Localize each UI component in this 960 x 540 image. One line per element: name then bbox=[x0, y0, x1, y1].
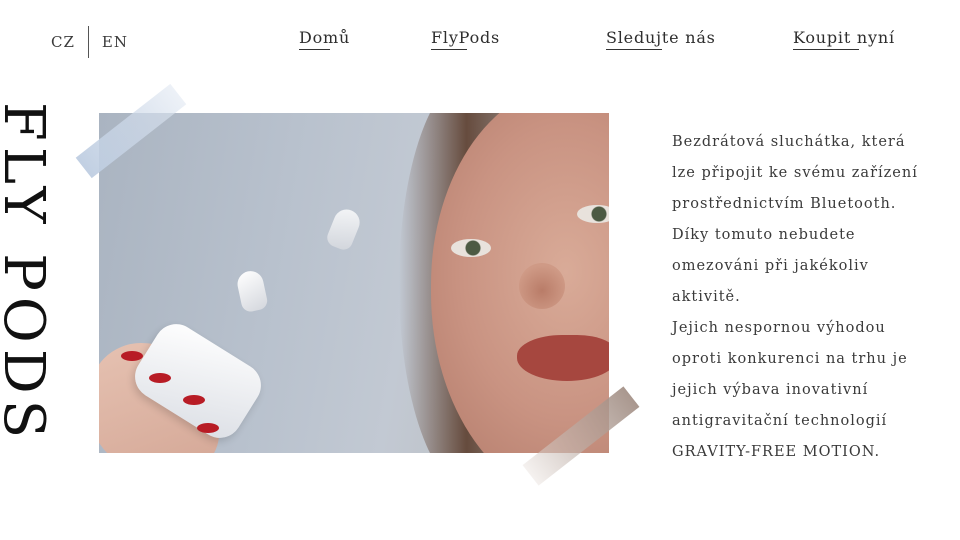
nav-link-home-label: Domů bbox=[299, 28, 351, 47]
nav-link-follow-us-label: Sledujte nás bbox=[606, 28, 716, 47]
language-switcher: CZ EN bbox=[51, 26, 128, 58]
description-paragraph-1: Bezdrátová sluchátka, která lze připojit… bbox=[672, 134, 918, 305]
hero-image bbox=[99, 113, 609, 453]
description-paragraph-2: Jejich nespornou výhodou oproti konkuren… bbox=[672, 320, 908, 460]
language-divider bbox=[87, 26, 89, 58]
hero-eye-right bbox=[577, 205, 609, 223]
earbud-right bbox=[324, 205, 364, 253]
nav-link-underline bbox=[299, 49, 330, 50]
hand-nail bbox=[121, 351, 143, 361]
earbud-left bbox=[235, 268, 269, 314]
nav-link-home[interactable]: Domů bbox=[299, 28, 351, 50]
hero-nose bbox=[519, 263, 565, 309]
nav-link-underline bbox=[793, 49, 859, 50]
nav-link-flypods-label: FlyPods bbox=[431, 28, 501, 47]
nav-link-underline bbox=[431, 49, 467, 50]
hand-nail bbox=[197, 423, 219, 433]
nav-link-buy-now-label: Koupit nyní bbox=[793, 28, 895, 47]
brand-title: FLY PODS bbox=[0, 102, 56, 445]
hand-nail bbox=[183, 395, 205, 405]
nav-link-underline bbox=[606, 49, 662, 50]
nav-link-follow-us[interactable]: Sledujte nás bbox=[606, 28, 716, 50]
language-cz-link[interactable]: CZ bbox=[51, 33, 75, 51]
hand-nail bbox=[149, 373, 171, 383]
hero-eye-left bbox=[451, 239, 491, 257]
product-description: Bezdrátová sluchátka, která lze připojit… bbox=[672, 127, 934, 468]
nav-link-flypods[interactable]: FlyPods bbox=[431, 28, 501, 50]
hero-lips bbox=[517, 335, 609, 381]
language-en-link[interactable]: EN bbox=[102, 33, 128, 51]
nav-link-buy-now[interactable]: Koupit nyní bbox=[793, 28, 895, 50]
